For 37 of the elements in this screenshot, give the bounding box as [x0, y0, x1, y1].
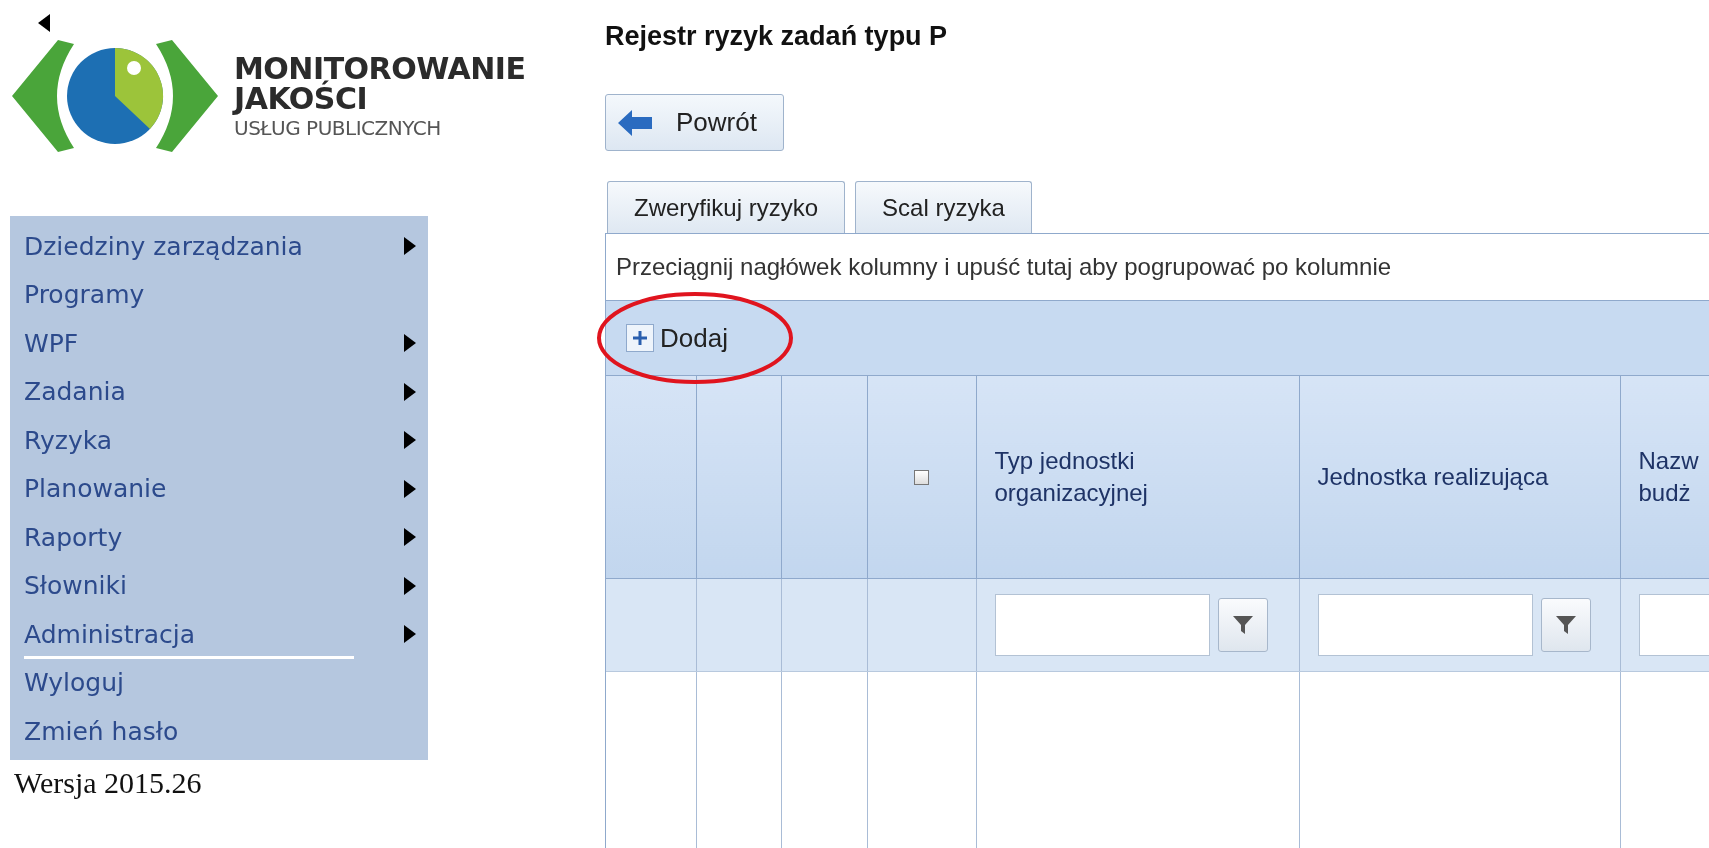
- column-header[interactable]: Jednostka realizująca: [1317, 460, 1602, 494]
- tab[interactable]: Zweryfikuj ryzyko: [607, 181, 846, 234]
- filter-button[interactable]: [1540, 597, 1591, 652]
- menu-item[interactable]: Administracja: [10, 610, 428, 659]
- menu-item[interactable]: Planowanie: [10, 464, 428, 513]
- submenu-arrow-icon: [404, 431, 416, 450]
- submenu-arrow-icon: [404, 382, 416, 401]
- menu-item[interactable]: Ryzyka: [10, 416, 428, 465]
- filter-icon: [1231, 614, 1254, 635]
- menu-item[interactable]: Wyloguj: [10, 658, 428, 707]
- logo-subtitle: USŁUG PUBLICZNYCH: [234, 118, 442, 138]
- back-button[interactable]: Powrót: [605, 94, 784, 152]
- group-panel-hint: Przeciągnij nagłówek kolumny i upuść tutaj aby pogrupować po kolumnie: [606, 233, 1709, 302]
- back-arrow-icon: [618, 109, 652, 136]
- menu-item[interactable]: Programy: [10, 270, 428, 319]
- select-all-checkbox[interactable]: [914, 469, 929, 485]
- filter-field[interactable]: [994, 593, 1210, 656]
- submenu-arrow-icon: [404, 576, 416, 595]
- filter-button[interactable]: [1217, 597, 1268, 652]
- submenu-arrow-icon: [404, 237, 416, 256]
- menu-item[interactable]: Raporty: [10, 513, 428, 562]
- submenu-arrow-icon: [404, 625, 416, 644]
- menu-item[interactable]: WPF: [10, 319, 428, 368]
- submenu-arrow-icon: [404, 528, 416, 547]
- menu-item[interactable]: Słowniki: [10, 561, 428, 610]
- page-title: Rejestr ryzyk zadań typu P: [605, 20, 949, 53]
- filter-field[interactable]: [1317, 593, 1533, 656]
- submenu-arrow-icon: [404, 334, 416, 353]
- collapse-arrow-icon[interactable]: [38, 14, 50, 32]
- menu-item[interactable]: Zmień hasło: [10, 707, 428, 756]
- submenu-arrow-icon: [404, 479, 416, 498]
- filter-icon: [1554, 614, 1577, 635]
- tab[interactable]: Scal ryzyka: [855, 181, 1032, 234]
- version-label: Wersja 2015.26: [13, 764, 203, 801]
- menu-item[interactable]: Dziedziny zarządzania: [10, 222, 428, 271]
- plus-icon: [632, 330, 648, 347]
- menu-item[interactable]: Zadania: [10, 367, 428, 416]
